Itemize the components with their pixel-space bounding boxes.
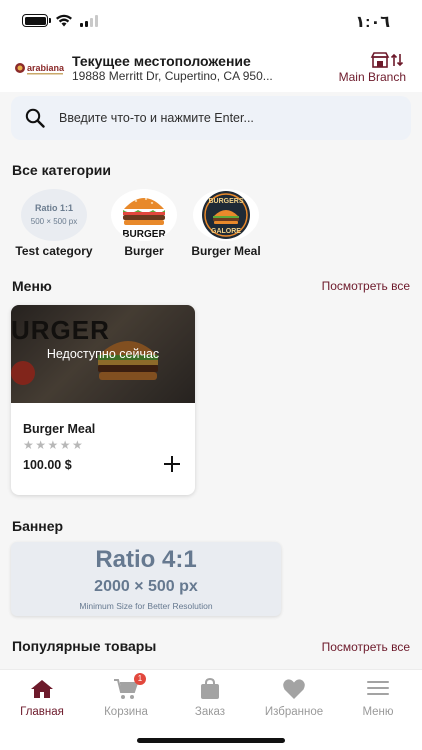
search-input[interactable] bbox=[59, 96, 399, 140]
tab-home[interactable]: Главная bbox=[0, 676, 84, 722]
tab-orders[interactable]: Заказ bbox=[168, 676, 252, 722]
plus-icon bbox=[164, 456, 180, 472]
add-to-cart-button[interactable] bbox=[163, 455, 181, 475]
tab-menu[interactable]: Меню bbox=[336, 676, 420, 722]
restaurant-logo: arabiana bbox=[14, 56, 66, 80]
unavailable-label: Недоступно сейчас bbox=[46, 347, 160, 361]
location-address[interactable]: 19888 Merritt Dr, Cupertino, CA 950... bbox=[72, 69, 273, 83]
svg-text:BURGER: BURGER bbox=[122, 229, 166, 239]
branch-selector-button[interactable]: Main Branch bbox=[326, 50, 406, 88]
battery-icon bbox=[22, 14, 51, 27]
svg-text:arabiana: arabiana bbox=[27, 63, 65, 73]
search-icon bbox=[25, 108, 45, 128]
branch-label: Main Branch bbox=[338, 70, 406, 84]
popular-view-all-link[interactable]: Посмотреть все bbox=[322, 640, 410, 654]
signal-icon bbox=[80, 14, 98, 27]
heart-icon bbox=[283, 679, 305, 699]
status-time: ١:٠٦ bbox=[355, 14, 390, 31]
banner-placeholder[interactable]: Ratio 4:1 2000 × 500 px Minimum Size for… bbox=[11, 542, 281, 616]
tab-favorites[interactable]: Избранное bbox=[252, 676, 336, 722]
product-name: Burger Meal bbox=[23, 422, 96, 436]
tab-label: Избранное bbox=[264, 706, 324, 718]
hamburger-menu-icon bbox=[367, 681, 389, 695]
location-header: arabiana Текущее местоположение 19888 Me… bbox=[0, 44, 422, 92]
banner-size: 2000 × 500 px bbox=[94, 578, 198, 595]
location-title: Текущее местоположение bbox=[72, 53, 251, 69]
product-price: 100.00 $ bbox=[23, 458, 72, 472]
category-burger-meal[interactable]: BURGERS GALORE Burger Meal bbox=[178, 189, 274, 263]
category-label: Test category bbox=[15, 244, 93, 258]
status-icons bbox=[22, 14, 98, 27]
status-bar: ١:٠٦ bbox=[0, 0, 422, 44]
category-test-category[interactable]: Ratio 1:1 500 × 500 px Test category bbox=[6, 189, 102, 263]
rating-stars: ★★★★★ bbox=[23, 438, 85, 452]
store-switch-icon bbox=[370, 52, 404, 68]
svg-text:BURGERS: BURGERS bbox=[208, 198, 243, 205]
tab-label: Корзина bbox=[104, 706, 148, 718]
category-label: Burger Meal bbox=[191, 244, 261, 258]
tab-label: Главная bbox=[20, 706, 64, 718]
banner-ratio: Ratio 4:1 bbox=[95, 546, 197, 573]
tab-label: Меню bbox=[362, 706, 394, 718]
home-icon bbox=[31, 680, 53, 698]
wifi-icon bbox=[56, 14, 72, 27]
burger-meal-icon: BURGERS GALORE bbox=[193, 189, 259, 241]
burger-icon: BURGER bbox=[111, 189, 177, 241]
home-indicator bbox=[137, 738, 285, 743]
tab-label: Заказ bbox=[194, 706, 226, 718]
tab-cart[interactable]: 1 Корзина bbox=[84, 673, 168, 722]
product-card[interactable]: URGER Недоступно сейчас Burger Meal ★★★★… bbox=[11, 305, 195, 495]
popular-title: Популярные товары bbox=[12, 638, 157, 654]
banner-title: Баннер bbox=[12, 518, 64, 534]
svg-text:GALORE: GALORE bbox=[211, 228, 241, 235]
search-bar[interactable] bbox=[11, 96, 411, 140]
shopping-bag-icon bbox=[201, 678, 219, 699]
categories-title: Все категории bbox=[12, 162, 111, 178]
product-image: URGER Недоступно сейчас bbox=[11, 305, 195, 403]
category-image-placeholder: Ratio 1:1 500 × 500 px bbox=[21, 189, 87, 241]
menu-view-all-link[interactable]: Посмотреть все bbox=[322, 279, 410, 293]
cart-count-badge: 1 bbox=[134, 673, 146, 685]
banner-note: Minimum Size for Better Resolution bbox=[79, 601, 213, 611]
menu-title: Меню bbox=[12, 278, 52, 294]
